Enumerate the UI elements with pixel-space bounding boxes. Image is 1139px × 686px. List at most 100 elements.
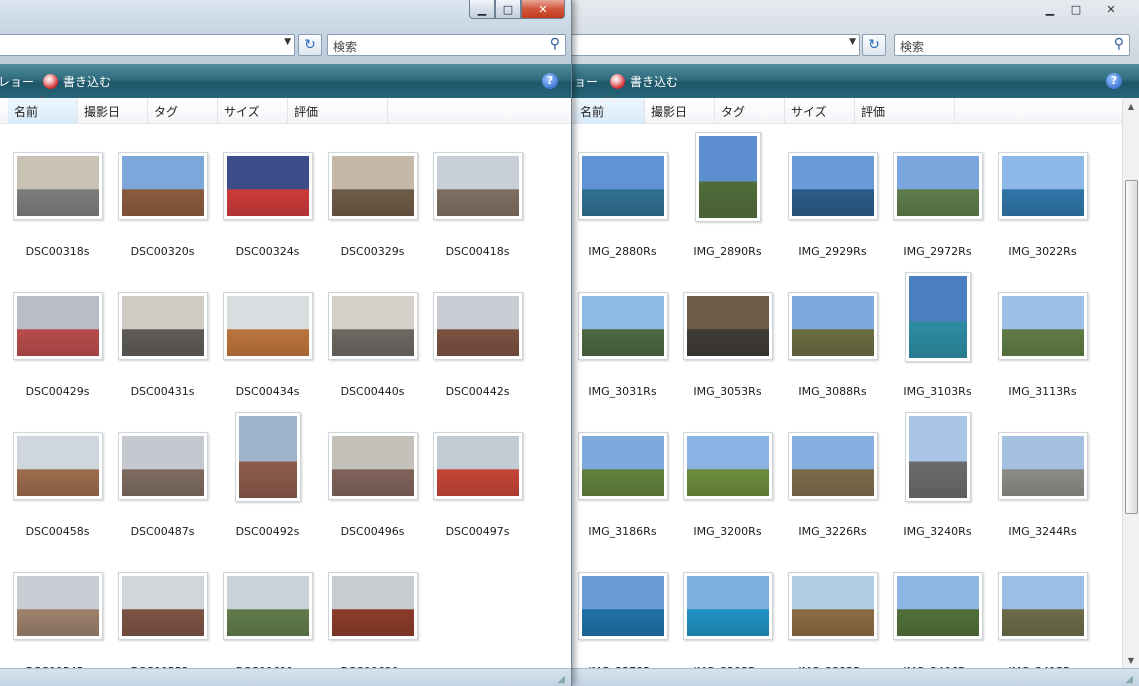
photo-thumbnail (433, 432, 523, 500)
file-item[interactable]: IMG_3244Rs (990, 424, 1095, 564)
file-item[interactable]: DSC00545s (5, 564, 110, 668)
close-button[interactable]: ✕ (1089, 0, 1133, 19)
file-item[interactable]: DSC00434s (215, 284, 320, 424)
column-header-size[interactable]: サイズ (218, 98, 288, 123)
burn-button[interactable]: 書き込む (610, 73, 678, 90)
file-item[interactable]: DSC00318s (5, 144, 110, 284)
photo-thumbnail (118, 152, 208, 220)
explorer-window-left: ▁ □ ✕ ▼ ↻ 検索 ⚲ レョー 書き込む ? ^ 名前 撮影日 タグ サイズ… (0, 0, 572, 686)
photo-thumbnail (328, 572, 418, 640)
minimize-button[interactable]: ▁ (1037, 0, 1063, 19)
file-item[interactable]: DSC00497s (425, 424, 530, 564)
column-header-date-taken[interactable]: 撮影日 (645, 98, 715, 123)
file-item[interactable]: IMG_3031Rs (570, 284, 675, 424)
caption-buttons: ▁ □ ✕ (469, 0, 565, 20)
file-item[interactable]: IMG_3103Rs (885, 272, 990, 424)
refresh-button[interactable]: ↻ (298, 34, 322, 56)
close-button[interactable]: ✕ (521, 0, 565, 19)
file-item[interactable]: DSC00329s (320, 144, 425, 284)
search-icon[interactable]: ⚲ (1114, 36, 1124, 52)
column-header-name[interactable]: ^ 名前 (574, 95, 645, 123)
photo-image (122, 576, 204, 636)
photo-image (909, 416, 967, 498)
help-icon[interactable]: ? (1106, 73, 1122, 89)
burn-button[interactable]: 書き込む (43, 73, 111, 90)
file-item[interactable]: IMG_3226Rs (780, 424, 885, 564)
file-item[interactable]: DSC00492s (215, 412, 320, 564)
photo-image (332, 436, 414, 496)
file-item[interactable]: DSC00496s (320, 424, 425, 564)
file-item[interactable]: IMG_3240Rs (885, 412, 990, 564)
column-header-tags[interactable]: タグ (715, 98, 785, 123)
file-item[interactable]: DSC00442s (425, 284, 530, 424)
slideshow-button[interactable]: レョー (0, 73, 34, 90)
file-item[interactable]: IMG_3406Rs (885, 564, 990, 668)
photo-image (792, 296, 874, 356)
maximize-button[interactable]: □ (1063, 0, 1089, 19)
file-list: IMG_2880Rs IMG_2890Rs IMG_2929Rs IMG_2972Rs… (570, 124, 1122, 668)
photo-image (909, 276, 967, 358)
chevron-down-icon[interactable]: ▼ (284, 37, 291, 47)
file-item[interactable]: DSC00429s (5, 284, 110, 424)
burn-label: 書き込む (630, 75, 679, 89)
help-icon[interactable]: ? (542, 73, 558, 89)
file-item[interactable]: IMG_3200Rs (675, 424, 780, 564)
file-item[interactable]: IMG_3382Rs (780, 564, 885, 668)
refresh-button[interactable]: ↻ (862, 34, 886, 56)
vertical-scrollbar[interactable]: ▲ ▼ (1122, 98, 1139, 668)
scrollbar-thumb[interactable] (1125, 180, 1138, 514)
address-bar[interactable]: ▼ (570, 34, 860, 56)
file-item[interactable]: IMG_3278Rs (570, 564, 675, 668)
maximize-button[interactable]: □ (495, 0, 521, 19)
file-item[interactable]: IMG_3088Rs (780, 284, 885, 424)
file-item[interactable]: DSC00320s (110, 144, 215, 284)
command-bar: ョー 書き込む ? (570, 64, 1139, 98)
chevron-down-icon[interactable]: ▼ (849, 37, 856, 47)
address-bar[interactable]: ▼ (0, 34, 295, 56)
photo-thumbnail (223, 572, 313, 640)
file-item[interactable]: IMG_2929Rs (780, 144, 885, 284)
file-item[interactable]: IMG_3186Rs (570, 424, 675, 564)
column-header-rating[interactable]: 評価 (855, 98, 955, 123)
file-item[interactable]: DSC00487s (110, 424, 215, 564)
scroll-up-icon[interactable]: ▲ (1125, 102, 1137, 111)
file-item[interactable]: IMG_3053Rs (675, 284, 780, 424)
file-item[interactable]: DSC00611s (215, 564, 320, 668)
column-header-date-taken[interactable]: 撮影日 (78, 98, 148, 123)
column-header-size[interactable]: サイズ (785, 98, 855, 123)
file-item[interactable]: DSC00552s (110, 564, 215, 668)
file-item[interactable]: DSC00418s (425, 144, 530, 284)
column-headers: ^ 名前 撮影日 タグ サイズ 評価 (570, 95, 1139, 124)
search-icon[interactable]: ⚲ (550, 36, 560, 52)
file-item[interactable]: DSC00458s (5, 424, 110, 564)
refresh-icon: ↻ (868, 37, 880, 53)
file-item[interactable]: DSC00620s (320, 564, 425, 668)
scroll-down-icon[interactable]: ▼ (1125, 656, 1137, 665)
photo-thumbnail (893, 572, 983, 640)
file-item[interactable]: IMG_2972Rs (885, 144, 990, 284)
minimize-button[interactable]: ▁ (469, 0, 495, 19)
photo-thumbnail (328, 152, 418, 220)
photo-thumbnail (578, 152, 668, 220)
file-item[interactable]: DSC00431s (110, 284, 215, 424)
column-header-tags[interactable]: タグ (148, 98, 218, 123)
file-item[interactable]: IMG_2880Rs (570, 144, 675, 284)
file-item[interactable]: DSC00324s (215, 144, 320, 284)
file-item[interactable]: DSC00440s (320, 284, 425, 424)
photo-image (239, 416, 297, 498)
file-item[interactable]: IMG_3113Rs (990, 284, 1095, 424)
search-input[interactable]: 検索 ⚲ (327, 34, 566, 56)
column-header-rating[interactable]: 評価 (288, 98, 388, 123)
slideshow-button[interactable]: ョー (574, 73, 598, 90)
column-header-name[interactable]: ^ 名前 (8, 95, 78, 123)
burn-icon (43, 74, 58, 89)
photo-thumbnail (328, 292, 418, 360)
resize-grip-icon[interactable]: ◢ (557, 674, 565, 685)
search-input[interactable]: 検索 ⚲ (894, 34, 1130, 56)
file-item[interactable]: IMG_2890Rs (675, 132, 780, 284)
file-item[interactable]: IMG_3293Rs (675, 564, 780, 668)
file-item[interactable]: IMG_3415Rs (990, 564, 1095, 668)
resize-grip-icon[interactable]: ◢ (1125, 674, 1133, 685)
file-item[interactable]: IMG_3022Rs (990, 144, 1095, 284)
photo-thumbnail (788, 572, 878, 640)
